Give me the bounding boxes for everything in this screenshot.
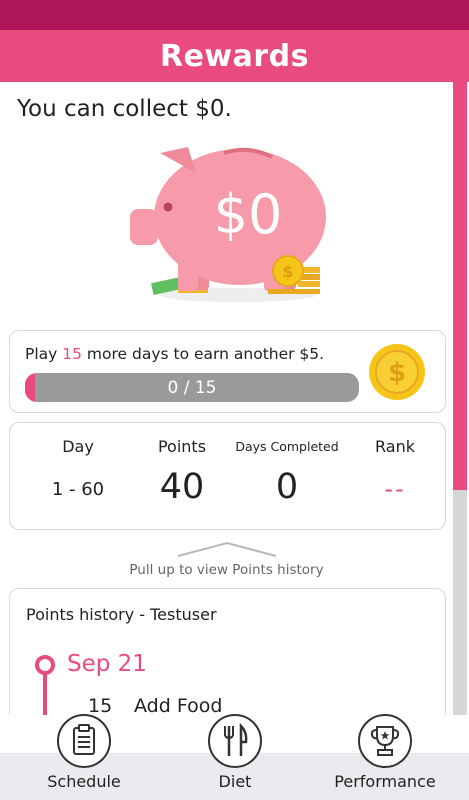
tab-diet-label: Diet (218, 772, 252, 791)
stat-days-completed-value: 0 (275, 467, 299, 507)
scrollbar-thumb[interactable] (453, 82, 467, 490)
stat-day: Day 1 - 60 (18, 423, 138, 529)
reward-goal-card: Play 15 more days to earn another $5. 0 … (9, 330, 446, 413)
tab-diet[interactable]: Diet (157, 712, 313, 800)
timeline-line (43, 671, 47, 715)
stat-rank-label: Rank (375, 437, 415, 456)
fork-knife-icon[interactable] (208, 714, 262, 768)
coin-icon: $ (369, 344, 425, 400)
history-date: Sep 21 (67, 651, 147, 677)
stat-rank: Rank -- (345, 423, 445, 529)
tab-schedule[interactable]: Schedule (6, 712, 162, 800)
rewards-scroll-view[interactable]: You can collect $0. $ $0 Play 15 more da… (0, 82, 469, 715)
title-bar: Rewards (0, 30, 469, 82)
status-bar (0, 0, 469, 30)
points-history-card: Points history - Testuser Sep 21 15 Add … (9, 588, 446, 715)
stat-day-value: 1 - 60 (51, 479, 105, 500)
timeline-dot (35, 655, 55, 675)
goal-progress-bar: 0 / 15 (25, 373, 359, 402)
pull-up-hint[interactable]: Pull up to view Points history (0, 562, 453, 578)
clipboard-icon[interactable] (57, 714, 111, 768)
stats-card: Day 1 - 60 Points 40 Days Completed 0 Ra… (9, 422, 446, 530)
collect-amount-text: You can collect $0. (17, 96, 232, 122)
stat-days-completed: Days Completed 0 (222, 423, 352, 529)
points-history-title: Points history - Testuser (26, 605, 217, 624)
page-title: Rewards (159, 38, 310, 74)
tab-schedule-label: Schedule (47, 772, 121, 791)
progress-label: 0 / 15 (167, 377, 217, 398)
trophy-icon[interactable] (358, 714, 412, 768)
goal-text: Play 15 more days to earn another $5. (25, 345, 325, 363)
piggy-bank-icon: $ $0 (130, 147, 326, 302)
tab-performance-label: Performance (334, 772, 436, 791)
stat-days-completed-label: Days Completed (235, 439, 339, 454)
scrollbar[interactable] (453, 82, 467, 715)
svg-text:$: $ (282, 262, 293, 281)
stat-rank-value: -- (384, 475, 406, 503)
pull-up-chevron-icon[interactable] (176, 540, 278, 558)
days-remaining: 15 (62, 345, 82, 363)
piggy-amount-label: $0 (214, 183, 283, 246)
stat-day-label: Day (62, 437, 94, 456)
tab-performance[interactable]: Performance (307, 712, 463, 800)
svg-text:$: $ (388, 358, 406, 388)
